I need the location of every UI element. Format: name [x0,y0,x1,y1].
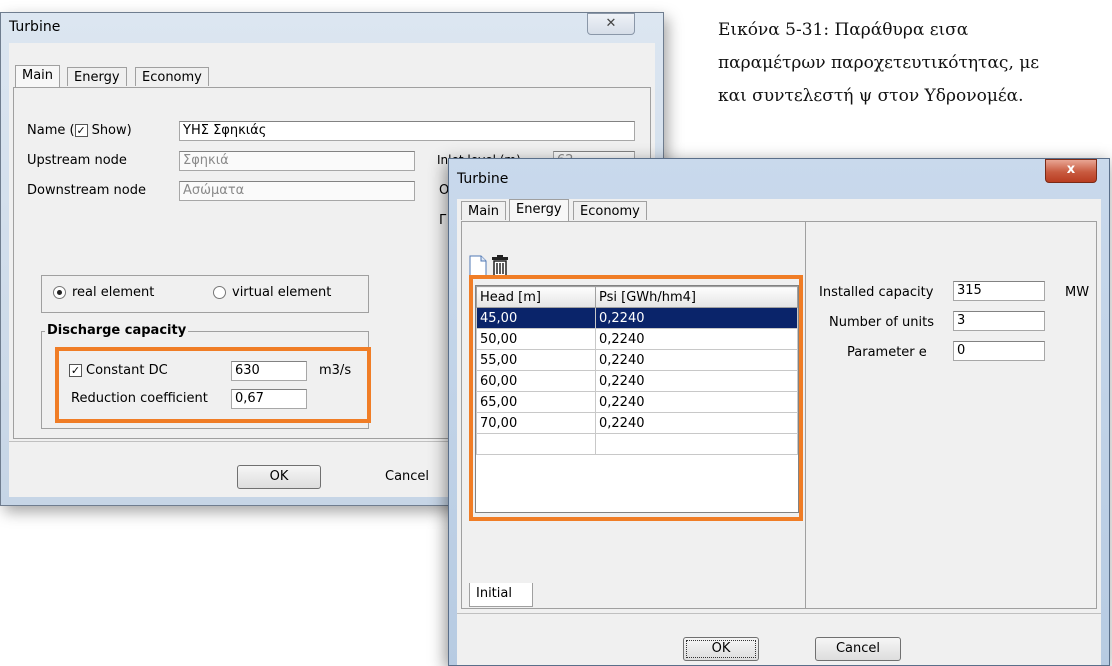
tab-main[interactable]: Main [461,201,507,220]
table-highlight-box [469,275,803,521]
tab-economy[interactable]: Economy [135,67,209,86]
close-button[interactable]: x [1045,159,1097,183]
turbine-window-energy: Turbine x Main Energy Economy Head [m] P… [448,158,1110,666]
radio-empty-icon [213,286,226,299]
caption-line-2: παραμέτρων παροχετευτικότητας, με [718,53,1040,73]
real-element-label: real element [72,285,155,300]
tab-energy[interactable]: Energy [67,67,127,86]
cancel-button[interactable]: Cancel [385,469,429,484]
tab-initial[interactable]: Initial [469,583,533,607]
number-of-units-input[interactable]: 3 [953,311,1045,331]
cancel-button[interactable]: Cancel [815,637,901,661]
trash-icon[interactable] [491,255,509,277]
ok-button[interactable]: OK [683,637,759,661]
tab-energy-label: Energy [74,70,120,85]
virtual-element-label: virtual element [232,285,332,300]
downstream-input[interactable]: Ασώματα [179,181,415,201]
virtual-element-radio[interactable]: virtual element [213,285,331,300]
tab-economy-label: Economy [142,70,202,85]
installed-capacity-input[interactable]: 315 [953,281,1045,301]
tab-energy-label: Energy [516,202,562,217]
window-title: Turbine [9,19,61,35]
new-document-icon[interactable] [469,255,487,277]
tab-energy[interactable]: Energy [509,199,569,222]
installed-capacity-label: Installed capacity [819,285,934,300]
close-icon: x [1066,162,1076,177]
tab-main-label: Main [22,68,54,83]
tab-initial-label: Initial [476,586,512,601]
ok-button-label: OK [711,641,731,656]
real-element-radio[interactable]: real element [53,285,154,300]
window-title: Turbine [457,171,509,187]
number-of-units-label: Number of units [829,315,934,330]
tab-main[interactable]: Main [15,65,61,88]
show-label: Show) [91,123,132,138]
caption-line-1: Εικόνα 5-31: Παράθυρα εισα [718,20,969,40]
upstream-input[interactable]: Σφηκιά [179,151,415,171]
installed-capacity-unit: MW [1065,285,1090,300]
upstream-label: Upstream node [27,153,127,168]
close-icon: ✕ [605,16,617,31]
checkmark-icon: ✓ [76,124,86,137]
cancel-button-label: Cancel [835,641,881,656]
parameter-e-label: Parameter e [847,345,927,360]
name-input[interactable]: ΥΗΣ Σφηκιάς [179,121,635,141]
tab-economy-label: Economy [580,204,640,219]
truncated-label-r: Γ [439,213,447,228]
radio-selected-icon [53,286,66,299]
discharge-highlight-box [55,347,371,423]
name-label-row: Name (✓ Show) [27,123,132,138]
parameter-e-input[interactable]: 0 [953,341,1045,361]
close-button[interactable]: ✕ [587,13,635,35]
ok-button[interactable]: OK [237,465,321,489]
window-client: Main Energy Economy Head [m] Psi [GWh/hm… [457,199,1101,665]
tab-economy[interactable]: Economy [573,201,647,220]
caption-line-3: και συντελεστή ψ στον Υδρονομέα. [718,86,1024,106]
right-pane [805,221,1097,609]
tab-main-label: Main [468,204,500,219]
discharge-capacity-title: Discharge capacity [45,323,189,338]
name-label: Name ( [27,123,75,138]
downstream-label: Downstream node [27,183,146,198]
figure-caption: Εικόνα 5-31: Παράθυρα εισα παραμέτρων πα… [718,14,1112,113]
button-separator [457,613,1101,614]
show-checkbox[interactable]: ✓ [74,124,88,137]
